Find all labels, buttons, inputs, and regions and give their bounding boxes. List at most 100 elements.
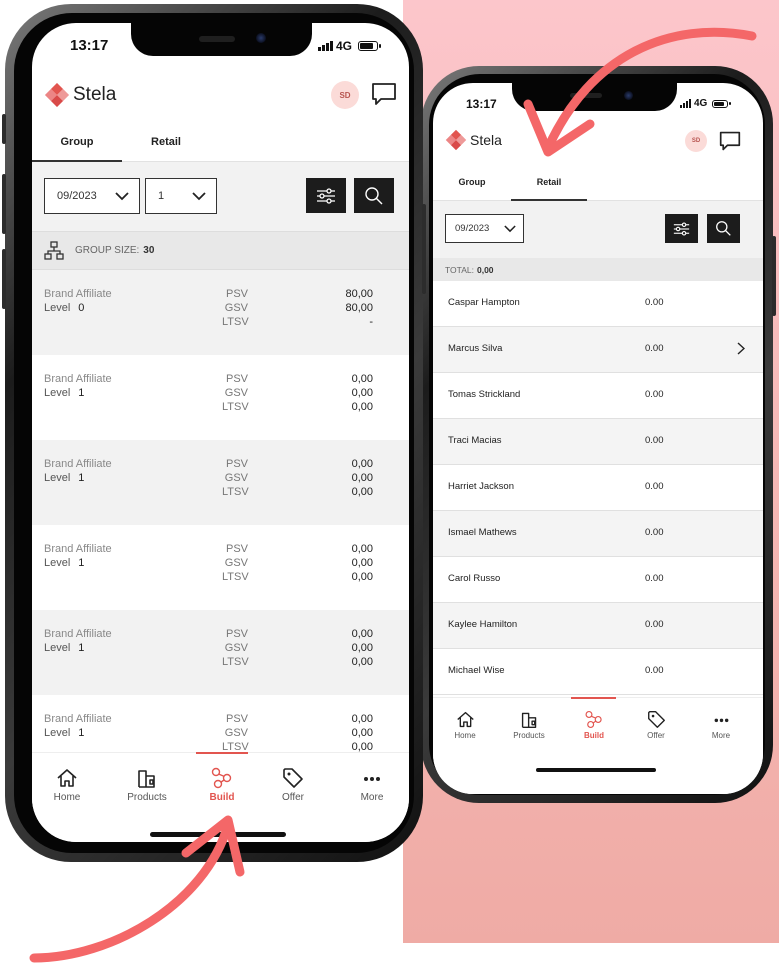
metric-ltsv: LTSV	[222, 401, 249, 413]
metric-ltsv: LTSV	[222, 316, 249, 328]
home-indicator[interactable]	[536, 768, 656, 772]
value-gsv: 0,00	[351, 557, 373, 569]
group-list: Brand Affiliate Level 0 PSV GSV LTSV 80,00 80…	[32, 270, 409, 752]
list-item[interactable]: Carol Russo 0.00	[433, 557, 763, 603]
nav-home[interactable]: Home	[44, 767, 90, 803]
metric-psv: PSV	[225, 713, 248, 725]
list-item[interactable]: Ismael Mathews 0.00	[433, 511, 763, 557]
filter-button[interactable]	[306, 178, 346, 213]
brand-name: Stela	[470, 132, 502, 148]
products-icon	[521, 712, 536, 728]
home-indicator[interactable]	[150, 832, 286, 837]
search-button[interactable]	[354, 178, 394, 213]
nav-more[interactable]: More	[701, 710, 741, 740]
nav-more[interactable]: More	[349, 767, 395, 803]
list-item[interactable]: Brand Affiliate Level 1 PSV GSV LTSV 0,00 0,0…	[32, 525, 409, 610]
signal-icon	[318, 41, 333, 51]
metric-gsv: GSV	[224, 387, 248, 399]
customer-value: 0.00	[645, 389, 664, 400]
customer-name: Kaylee Hamilton	[448, 619, 518, 630]
value-gsv: 80,00	[345, 302, 373, 314]
customer-name: Caspar Hampton	[448, 297, 520, 308]
list-item[interactable]: Brand Affiliate Level 1 PSV GSV LTSV 0,00 0,0…	[32, 610, 409, 695]
metric-psv: PSV	[225, 628, 248, 640]
role-label: Brand Affiliate	[44, 713, 112, 725]
chevron-right-icon[interactable]	[737, 342, 745, 355]
level-label: Level	[44, 727, 71, 739]
chat-bubble-icon[interactable]	[371, 81, 397, 107]
avatar[interactable]: SD	[331, 81, 359, 109]
level-value: 1	[78, 727, 85, 739]
tab-group[interactable]: Group	[433, 177, 511, 201]
nav-build[interactable]: Build	[573, 710, 615, 740]
tab-group[interactable]: Group	[32, 136, 122, 162]
group-size-bar: GROUP SIZE: 30	[32, 231, 409, 270]
filters-bar: 09/2023 1	[32, 162, 409, 231]
period-select[interactable]: 09/2023	[445, 214, 524, 243]
nav-build-label: Build	[209, 792, 235, 803]
nav-products[interactable]: Products	[118, 767, 176, 803]
avatar[interactable]: SD	[685, 130, 707, 152]
nav-home[interactable]: Home	[445, 710, 485, 740]
nav-build-label: Build	[584, 731, 604, 740]
metric-psv: PSV	[225, 288, 248, 300]
more-dots-icon	[714, 718, 728, 723]
tag-icon	[647, 711, 665, 728]
metric-ltsv: LTSV	[222, 486, 249, 498]
level-value: 1	[78, 642, 85, 654]
list-item[interactable]: Michael Wise 0.00	[433, 649, 763, 695]
customer-name: Carol Russo	[448, 573, 501, 584]
level-select[interactable]: 1	[145, 178, 217, 214]
list-item[interactable]: Caspar Hampton 0.00	[433, 281, 763, 327]
value-gsv: 0,00	[351, 642, 373, 654]
list-item[interactable]: Marcus Silva 0.00	[433, 327, 763, 373]
group-size-value: 30	[143, 245, 155, 256]
tag-icon	[283, 768, 303, 788]
list-item[interactable]: Brand Affiliate Level 1 PSV GSV LTSV 0,00 0,0…	[32, 355, 409, 440]
value-psv: 0,00	[351, 458, 373, 470]
role-label: Brand Affiliate	[44, 373, 112, 385]
status-time: 13:17	[70, 37, 109, 54]
search-button[interactable]	[707, 214, 740, 243]
filters-bar: 09/2023	[433, 201, 763, 258]
network-label: 4G	[694, 98, 708, 109]
chat-bubble-icon[interactable]	[719, 130, 741, 152]
nav-offer[interactable]: Offer	[636, 710, 676, 740]
list-item[interactable]: Brand Affiliate Level 0 PSV GSV LTSV 80,00 80…	[32, 270, 409, 355]
view-tabs: Group Retail	[433, 166, 763, 201]
nav-offer[interactable]: Offer	[270, 767, 316, 803]
nav-build[interactable]: Build	[198, 767, 246, 803]
list-item[interactable]: Brand Affiliate Level 1 PSV GSV LTSV 0,00 0,0…	[32, 695, 409, 752]
view-tabs: Group Retail	[32, 125, 409, 162]
total-value: 0,00	[476, 264, 494, 275]
value-psv: 0,00	[351, 373, 373, 385]
left-phone-screen: 13:17 4G Stela SD Group Retail 09/2023 1…	[32, 23, 409, 842]
period-select[interactable]: 09/2023	[44, 178, 140, 214]
level-label: Level	[44, 302, 71, 314]
stela-diamond-logo-icon	[45, 83, 69, 107]
bottom-nav: Home Products Build Offer More	[32, 752, 409, 842]
active-tab-indicator	[196, 752, 248, 754]
metric-psv: PSV	[225, 373, 248, 385]
retail-list: Caspar Hampton 0.00 Marcus Silva 0.00 Toma…	[433, 281, 763, 697]
list-item[interactable]: Traci Macias 0.00	[433, 419, 763, 465]
metric-gsv: GSV	[224, 302, 248, 314]
metric-gsv: GSV	[224, 642, 248, 654]
tab-retail[interactable]: Retail	[122, 136, 210, 162]
value-psv: 0,00	[351, 628, 373, 640]
list-item[interactable]: Brand Affiliate Level 1 PSV GSV LTSV 0,00 0,0…	[32, 440, 409, 525]
tab-retail[interactable]: Retail	[511, 177, 587, 201]
battery-icon	[358, 41, 382, 51]
value-ltsv: -	[369, 316, 373, 328]
nav-home-label: Home	[53, 792, 81, 803]
brand-logo[interactable]: Stela	[445, 129, 502, 151]
nav-products[interactable]: Products	[503, 710, 555, 740]
filter-button[interactable]	[665, 214, 698, 243]
list-item[interactable]: Kaylee Hamilton 0.00	[433, 603, 763, 649]
products-icon	[138, 770, 155, 788]
list-item[interactable]: Tomas Strickland 0.00	[433, 373, 763, 419]
list-item[interactable]: Harriet Jackson 0.00	[433, 465, 763, 511]
chevron-down-icon	[115, 192, 129, 201]
brand-logo[interactable]: Stela	[44, 82, 116, 108]
level-label: Level	[44, 472, 71, 484]
